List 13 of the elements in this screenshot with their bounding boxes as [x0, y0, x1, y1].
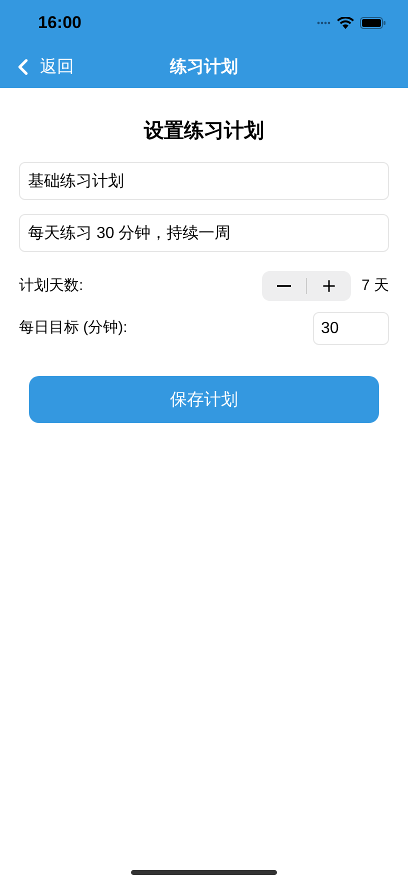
status-time: 16:00: [38, 12, 82, 34]
page-heading: 设置练习计划: [144, 119, 264, 144]
signal-icon: [317, 21, 331, 25]
daily-goal-label: 每日目标 (分钟):: [19, 318, 128, 338]
text-field[interactable]: 基础练习计划: [19, 162, 389, 200]
days-label: 计划天数:: [19, 276, 84, 296]
text-field[interactable]: 每天练习 30 分钟，持续一周: [19, 214, 389, 252]
nav-title: 练习计划: [170, 56, 238, 78]
battery-icon: [360, 17, 386, 29]
daily-goal-field[interactable]: 30: [313, 312, 389, 345]
days-value: 7 天: [361, 276, 389, 296]
minus-icon: [277, 285, 292, 287]
wifi-icon: [337, 17, 354, 29]
